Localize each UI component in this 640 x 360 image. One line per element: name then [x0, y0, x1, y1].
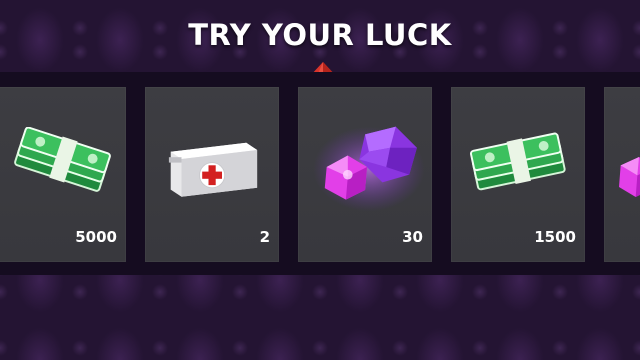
reward-card-gems[interactable]: 30: [298, 87, 432, 262]
reward-amount: 5000: [75, 228, 117, 246]
reward-card-first-aid-kit[interactable]: 2: [145, 87, 279, 262]
cash-stack-icon: [470, 132, 566, 191]
reward-card-cash[interactable]: 5000: [0, 87, 126, 262]
reward-amount: 30: [402, 228, 423, 246]
reward-card-gems[interactable]: [604, 87, 640, 262]
cash-stack-icon: [14, 127, 111, 192]
purple-gems-icon: [619, 157, 640, 197]
page-title: TRY YOUR LUCK: [188, 18, 452, 52]
reward-card-cash[interactable]: 1500: [451, 87, 585, 262]
reward-amount: 1500: [534, 228, 576, 246]
reward-amount: 2: [259, 228, 270, 246]
purple-gems-icon: [313, 126, 425, 212]
first-aid-kit-icon: [168, 142, 258, 197]
reward-strip: 5000 2 30 1500: [0, 72, 640, 275]
